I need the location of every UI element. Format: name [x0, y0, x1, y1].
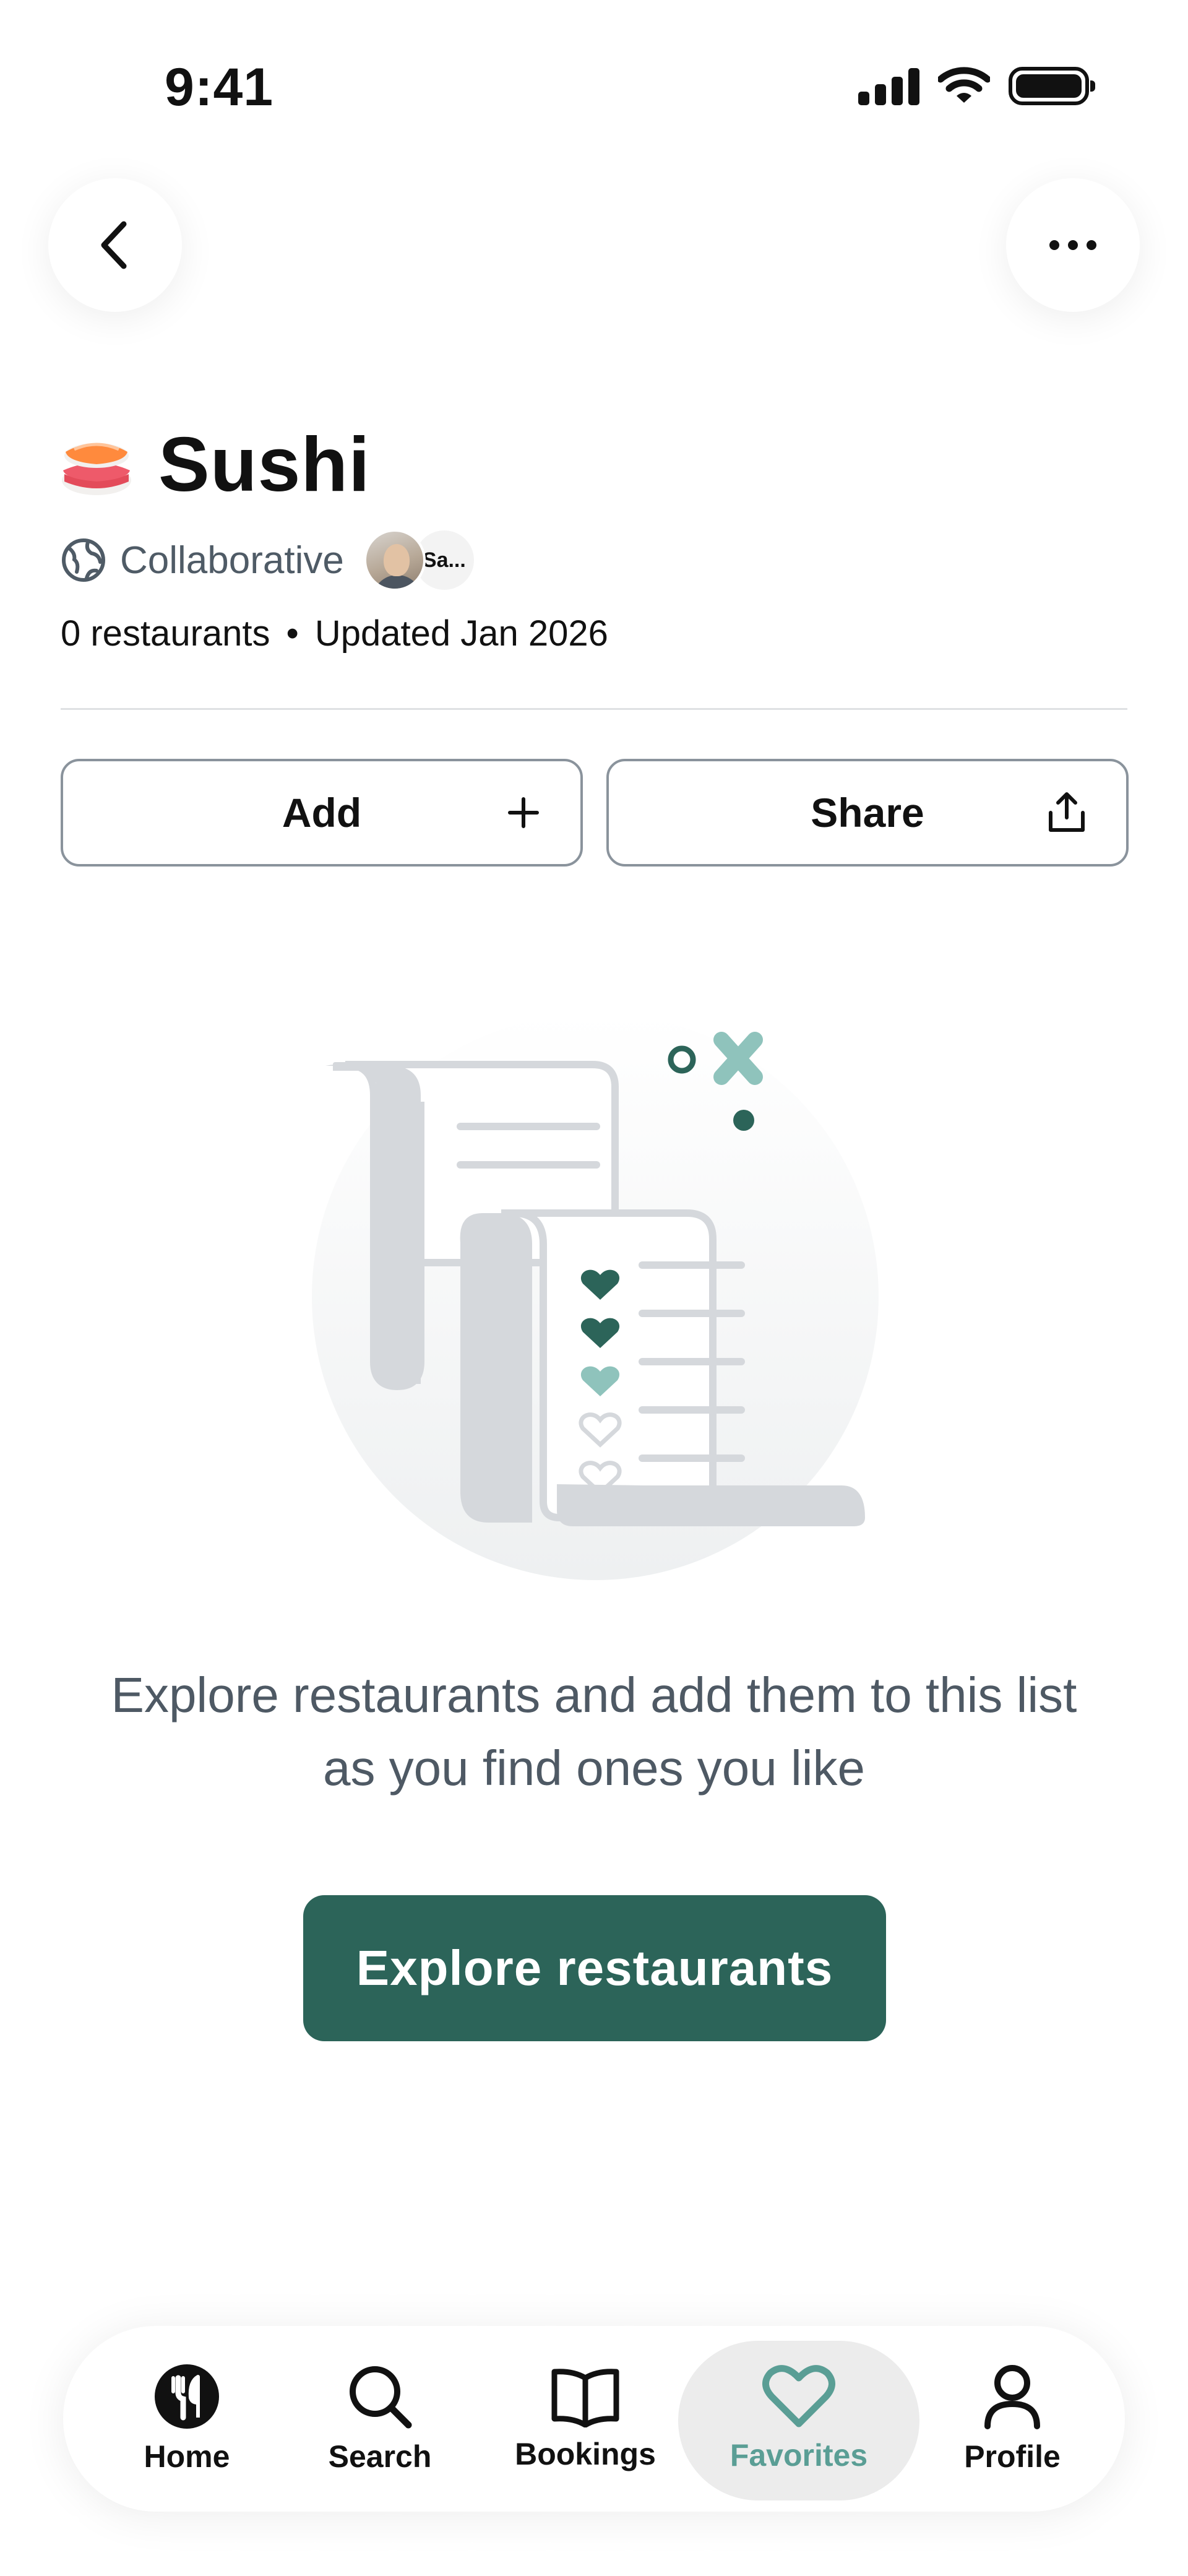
wifi-icon: [938, 67, 990, 103]
nav-item-search[interactable]: Search: [306, 2326, 454, 2512]
share-button[interactable]: Share: [606, 759, 1129, 867]
more-options-button[interactable]: [1006, 178, 1140, 312]
collaboration-row: Collaborative Sa...: [61, 526, 476, 594]
list-stats: 0 restaurants • Updated Jan 2026: [61, 613, 608, 654]
nav-label-bookings: Bookings: [515, 2437, 656, 2471]
book-icon: [551, 2369, 619, 2427]
sushi-emoji-icon: [62, 443, 131, 495]
globe-icon: [62, 538, 105, 582]
list-header: Sushi: [61, 421, 371, 509]
person-icon: [984, 2365, 1040, 2429]
explore-restaurants-button[interactable]: Explore restaurants: [303, 1895, 886, 2041]
restaurant-count: 0 restaurants: [61, 613, 270, 654]
back-button[interactable]: [48, 178, 182, 312]
page-title: Sushi: [158, 422, 371, 508]
nav-label-home: Home: [144, 2439, 230, 2474]
chevron-left-icon: [101, 221, 127, 269]
empty-state-message: Explore restaurants and add them to this…: [0, 1659, 1188, 1805]
divider: [61, 708, 1127, 710]
battery-icon: [1009, 67, 1095, 105]
nav-label-favorites: Favorites: [730, 2438, 868, 2473]
status-icons: [858, 67, 1095, 105]
plus-icon: [508, 797, 539, 828]
share-icon: [1049, 792, 1085, 832]
add-button-label: Add: [282, 790, 362, 836]
nav-item-home[interactable]: Home: [113, 2326, 261, 2512]
nav-label-search: Search: [328, 2439, 432, 2474]
more-dots-icon: [1049, 240, 1096, 250]
nav-label-profile: Profile: [964, 2439, 1061, 2474]
share-button-label: Share: [811, 790, 924, 836]
empty-state-line-1: Explore restaurants and add them to this…: [111, 1667, 1077, 1722]
nav-item-favorites[interactable]: Favorites: [678, 2326, 919, 2512]
updated-date: Updated Jan 2026: [314, 613, 608, 654]
empty-state-line-2: as you find ones you like: [322, 1740, 866, 1796]
add-button[interactable]: Add: [61, 759, 583, 867]
fork-knife-icon: [155, 2364, 219, 2429]
nav-item-profile[interactable]: Profile: [932, 2326, 1093, 2512]
collaborator-avatars[interactable]: Sa...: [363, 528, 476, 592]
empty-list-illustration: [312, 1015, 879, 1580]
status-time: 9:41: [165, 58, 274, 117]
avatar: [363, 529, 426, 591]
bottom-navigation: Home Search Bookings Favorites Profile: [63, 2326, 1125, 2512]
heart-icon: [762, 2365, 835, 2427]
nav-item-bookings[interactable]: Bookings: [499, 2326, 672, 2512]
cellular-signal-icon: [858, 67, 919, 105]
collaboration-label: Collaborative: [120, 538, 344, 582]
search-icon: [350, 2366, 412, 2429]
separator: •: [286, 613, 299, 654]
